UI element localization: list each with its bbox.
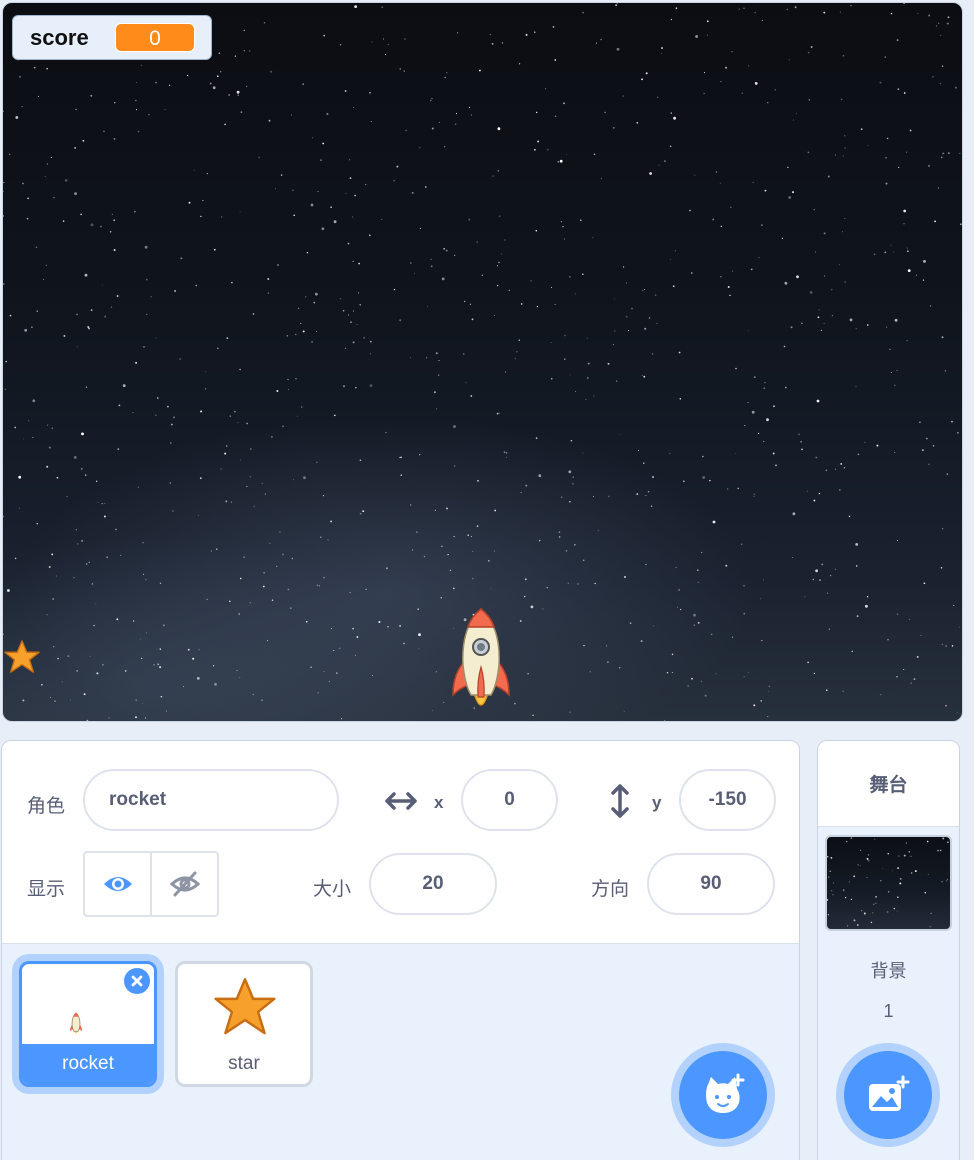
hide-button[interactable] xyxy=(150,853,217,915)
backdrop-thumbnail-stars xyxy=(827,837,949,928)
eye-slash-icon xyxy=(169,871,200,897)
backdrop-thumbnail[interactable] xyxy=(825,835,952,931)
x-label: x xyxy=(434,793,444,812)
eye-icon xyxy=(103,877,132,891)
close-icon xyxy=(131,975,143,987)
add-backdrop-button-ring xyxy=(836,1043,940,1147)
scratch-editor: score 0 角色 rocket x 0 y -150 显示 大小 20 方向… xyxy=(0,0,974,1160)
sprite-tile-label: star xyxy=(228,1053,260,1074)
vertical-arrow-icon xyxy=(611,784,629,818)
sprite-tile-label: rocket xyxy=(22,1044,154,1084)
horizontal-arrow-icon xyxy=(385,792,417,810)
show-label: 显示 xyxy=(27,879,66,900)
direction-input[interactable]: 90 xyxy=(647,853,775,915)
show-button[interactable] xyxy=(85,853,150,915)
sprite-properties: 角色 rocket x 0 y -150 显示 大小 20 方向 90 xyxy=(2,741,799,944)
sprite-tile-star[interactable]: star xyxy=(175,961,313,1087)
x-input[interactable]: 0 xyxy=(461,769,558,831)
rocket-thumbnail-icon xyxy=(70,1012,82,1034)
add-sprite-button[interactable] xyxy=(679,1051,767,1139)
rocket-sprite-on-stage[interactable] xyxy=(449,605,513,717)
add-sprite-button-ring xyxy=(671,1043,775,1147)
sprite-name-input[interactable]: rocket xyxy=(83,769,339,831)
add-backdrop-icon xyxy=(869,1075,910,1111)
size-input[interactable]: 20 xyxy=(369,853,497,915)
size-label: 大小 xyxy=(313,879,352,900)
add-backdrop-button[interactable] xyxy=(844,1051,932,1139)
delete-sprite-button[interactable] xyxy=(124,968,150,994)
add-sprite-cat-icon xyxy=(706,1073,745,1113)
monitor-label: score xyxy=(30,24,89,50)
sprite-tile-rocket[interactable]: rocket xyxy=(19,961,157,1087)
star-thumbnail-icon xyxy=(214,978,276,1035)
backdrops-label: 背景 xyxy=(870,961,907,981)
y-label: y xyxy=(652,793,662,812)
sprite-info-panel: 角色 rocket x 0 y -150 显示 大小 20 方向 90 rock… xyxy=(1,740,800,1160)
backdrops-count: 1 xyxy=(883,1001,894,1021)
direction-label: 方向 xyxy=(591,879,630,900)
star-sprite-on-stage[interactable] xyxy=(3,639,41,675)
y-input[interactable]: -150 xyxy=(679,769,776,831)
visibility-toggle xyxy=(83,851,219,917)
stage-canvas[interactable]: score 0 xyxy=(2,2,963,722)
monitor-value: 0 xyxy=(115,23,195,52)
score-monitor[interactable]: score 0 xyxy=(12,15,212,60)
stage-selector-panel[interactable]: 舞台 背景 1 xyxy=(817,740,960,1160)
sprite-label: 角色 xyxy=(27,796,66,817)
stage-title: 舞台 xyxy=(818,741,959,827)
